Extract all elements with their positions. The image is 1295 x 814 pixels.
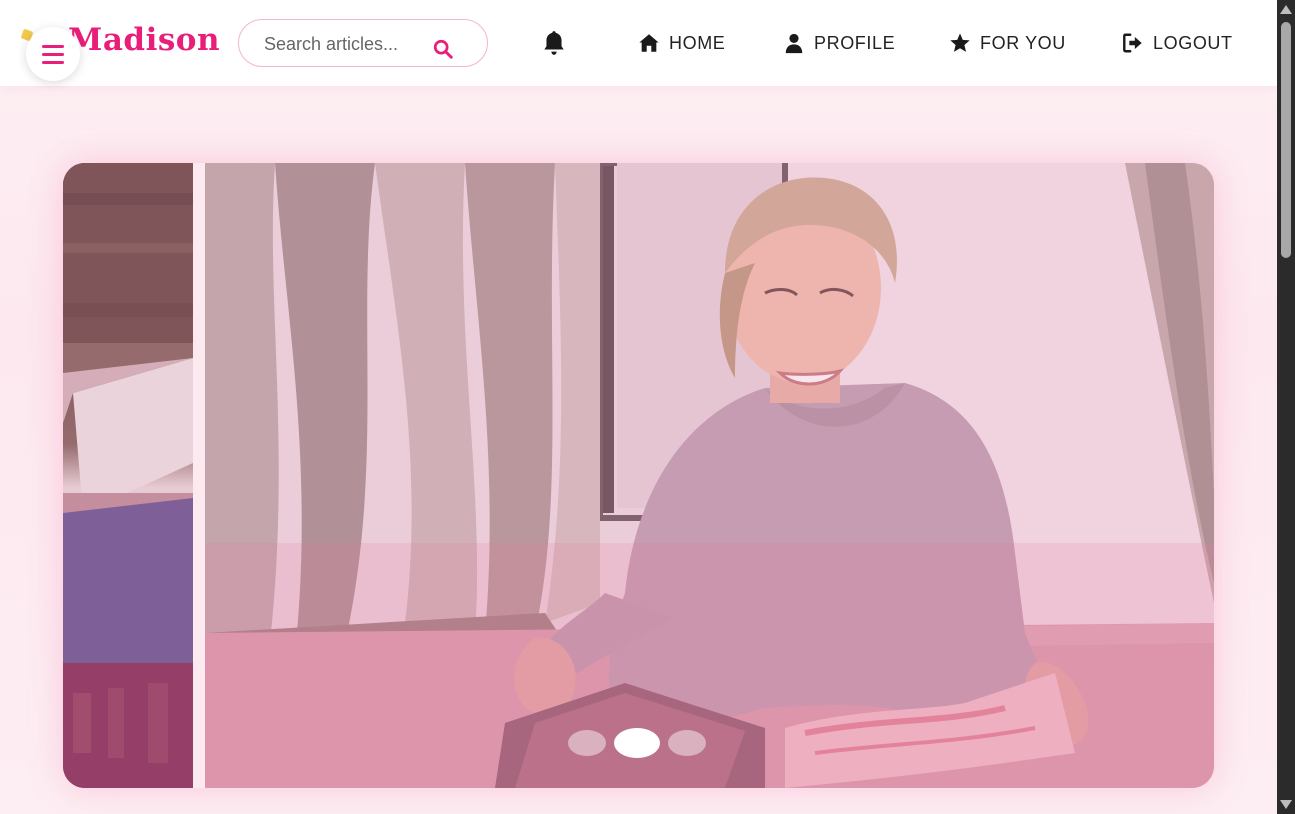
hero-carousel (63, 163, 1214, 788)
nav-profile-label: PROFILE (814, 32, 896, 53)
home-icon (639, 34, 659, 52)
logout-icon (1123, 33, 1142, 53)
hamburger-menu-button[interactable] (26, 27, 80, 81)
nav-logout[interactable]: LOGOUT (1122, 28, 1233, 58)
woman-reading-magazine-image (205, 163, 1214, 788)
nav-for-you-label: FOR YOU (980, 32, 1066, 53)
carousel-dot-3[interactable] (668, 730, 706, 756)
carousel-slide-previous[interactable] (63, 163, 193, 788)
nav-profile[interactable]: PROFILE (783, 28, 895, 58)
scroll-thumb[interactable] (1281, 22, 1291, 258)
nav-home[interactable]: HOME (638, 28, 725, 58)
carousel-slide-active[interactable] (205, 163, 1214, 788)
carousel-dot-2-active[interactable] (614, 728, 660, 758)
nav-logout-label: LOGOUT (1153, 32, 1233, 53)
brand-logo[interactable]: Madison (68, 22, 220, 58)
search-icon[interactable] (432, 38, 454, 60)
bell-icon[interactable] (541, 29, 567, 57)
slide-gap (193, 163, 205, 788)
search-bar (238, 19, 488, 67)
nav-for-you[interactable]: FOR YOU (949, 28, 1066, 58)
top-navbar: Madison HOME PROFILE FOR YOU (0, 0, 1277, 86)
books-on-table-image (63, 163, 193, 788)
search-input[interactable] (264, 32, 434, 56)
carousel-indicators (568, 728, 706, 758)
hamburger-icon (42, 44, 64, 48)
page-scrollbar[interactable] (1277, 0, 1295, 814)
carousel-dot-1[interactable] (568, 730, 606, 756)
star-icon (950, 33, 970, 52)
user-icon (785, 33, 803, 54)
scroll-down-arrow-icon[interactable] (1280, 800, 1292, 809)
scroll-up-arrow-icon[interactable] (1280, 5, 1292, 14)
nav-home-label: HOME (669, 32, 726, 53)
